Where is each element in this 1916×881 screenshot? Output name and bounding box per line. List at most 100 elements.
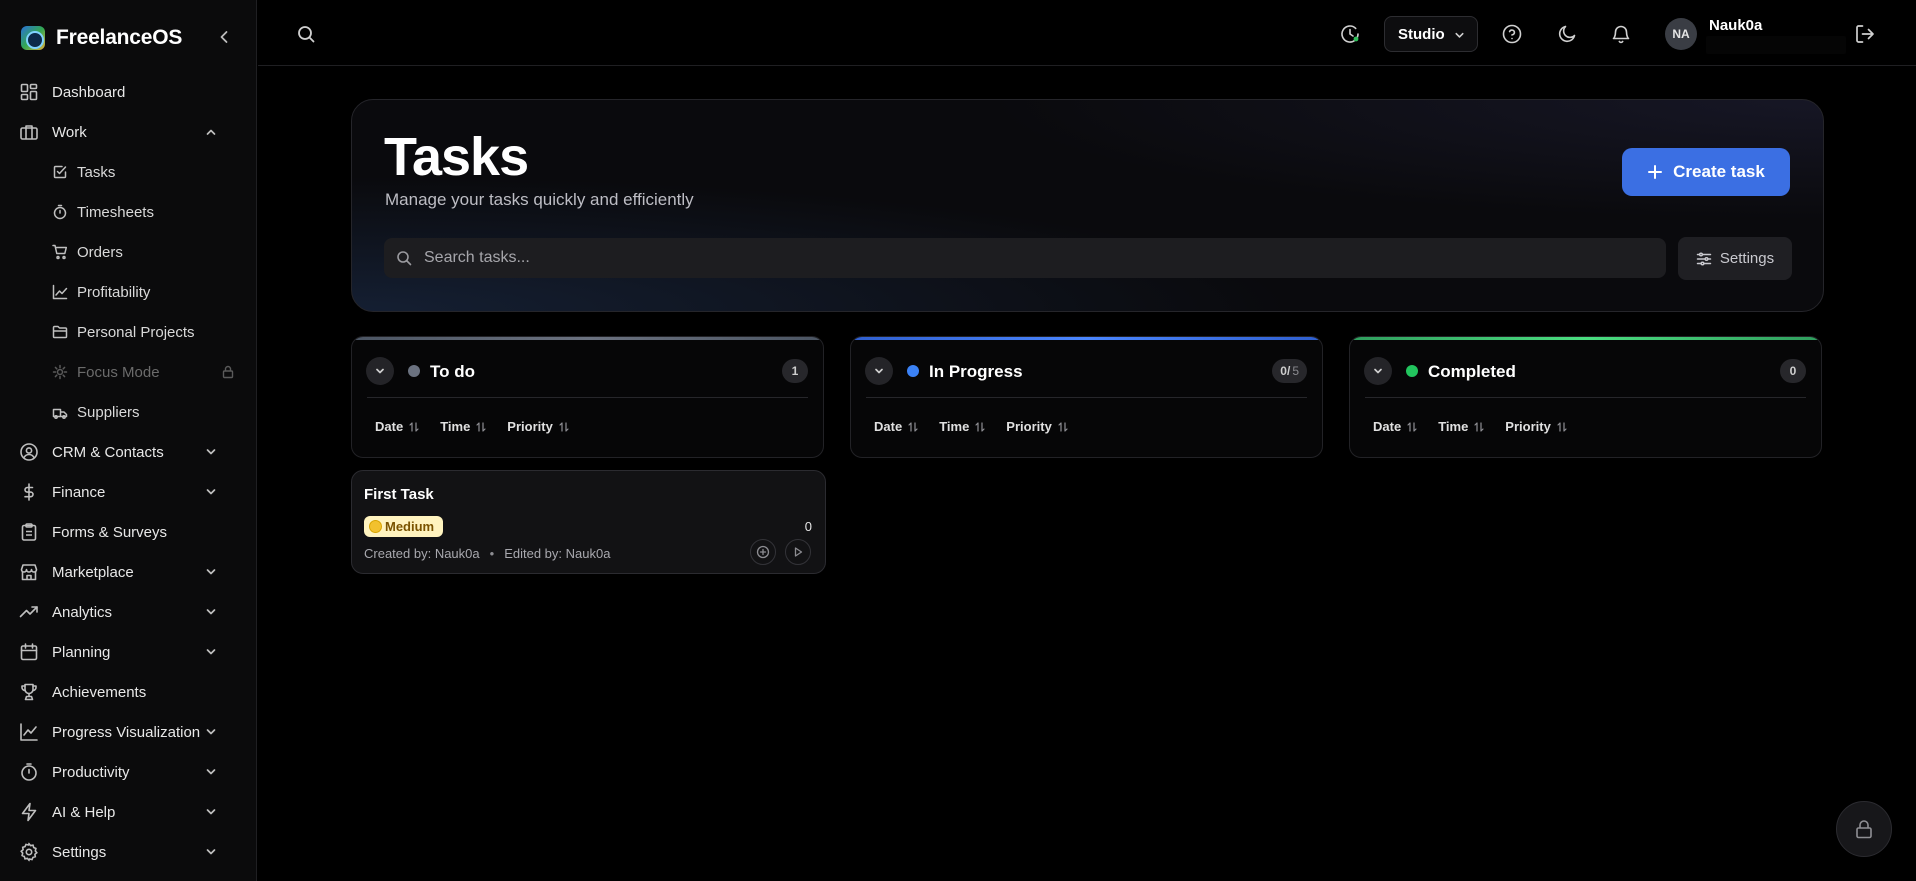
created-by: Created by: Nauk0a	[364, 546, 480, 561]
sliders-icon	[1696, 251, 1712, 266]
sidebar-item-work[interactable]: Work	[18, 116, 240, 148]
sidebar-item-label: Analytics	[52, 603, 113, 621]
divider	[1365, 397, 1806, 398]
add-subtask-button[interactable]	[750, 539, 776, 565]
contacts-icon	[18, 441, 40, 463]
page-subtitle: Manage your tasks quickly and efficientl…	[385, 190, 694, 209]
sidebar-subitem-focus-mode[interactable]: Focus Mode	[52, 357, 240, 387]
sidebar-item-label: Marketplace	[52, 563, 134, 581]
dashboard-icon	[18, 81, 40, 103]
settings-button[interactable]: Settings	[1678, 237, 1792, 280]
logout-icon[interactable]	[1854, 23, 1876, 45]
sort-time-button[interactable]: Time	[1438, 419, 1485, 434]
medium-priority-icon	[369, 520, 382, 533]
sort-time-button[interactable]: Time	[440, 419, 487, 434]
sidebar-subitem-label: Profitability	[77, 283, 151, 301]
plus-circle-icon	[756, 545, 770, 559]
sidebar-item-progress-visualization[interactable]: Progress Visualization	[18, 716, 240, 748]
bell-icon[interactable]	[1610, 23, 1632, 45]
status-dot	[408, 365, 420, 377]
sort-label: Time	[1438, 419, 1469, 434]
help-icon[interactable]	[1501, 23, 1523, 45]
count-value: 0/	[1280, 364, 1291, 378]
sidebar-subitem-personal-projects[interactable]: Personal Projects	[52, 317, 240, 347]
collapse-column-button[interactable]	[865, 357, 893, 385]
settings-label: Settings	[1719, 250, 1775, 267]
chevron-down-icon	[204, 445, 218, 459]
sidebar-item-settings[interactable]: Settings	[18, 836, 240, 868]
sidebar-item-label: Achievements	[52, 683, 147, 701]
column-title: To do	[430, 362, 475, 381]
sort-time-button[interactable]: Time	[939, 419, 986, 434]
sort-label: Priority	[507, 419, 553, 434]
sidebar-subitem-suppliers[interactable]: Suppliers	[52, 397, 240, 427]
task-card[interactable]: First Task Medium 0 Created by: Nauk0a •…	[351, 470, 826, 574]
sort-date-button[interactable]: Date	[1373, 419, 1418, 434]
sort-controls: Date Time Priority	[375, 419, 590, 434]
search-icon	[397, 251, 412, 266]
sort-arrows-icon	[1407, 421, 1417, 432]
column-count-badge: 1	[782, 359, 808, 383]
sidebar-item-analytics[interactable]: Analytics	[18, 596, 240, 628]
chevron-up-icon	[204, 125, 218, 139]
focus-icon	[52, 364, 68, 380]
search-icon[interactable]	[296, 24, 316, 44]
collapse-column-button[interactable]	[1364, 357, 1392, 385]
collapse-column-button[interactable]	[366, 357, 394, 385]
sidebar-subitem-orders[interactable]: Orders	[52, 237, 240, 267]
sort-date-button[interactable]: Date	[874, 419, 919, 434]
create-task-label: Create task	[1673, 162, 1765, 181]
workspace-select[interactable]: Studio	[1384, 16, 1478, 52]
folder-icon	[52, 324, 68, 340]
collapse-sidebar-icon[interactable]	[214, 27, 234, 47]
sidebar-item-achievements[interactable]: Achievements	[18, 676, 240, 708]
sidebar-subitem-tasks[interactable]: Tasks	[52, 157, 240, 187]
app-root: FreelanceOS Dashboard Work Tasks Timeshe…	[0, 0, 1916, 881]
column-count-badge: 0/5	[1272, 359, 1307, 383]
sidebar: FreelanceOS Dashboard Work Tasks Timeshe…	[0, 0, 257, 881]
sidebar-item-productivity[interactable]: Productivity	[18, 756, 240, 788]
sort-priority-button[interactable]: Priority	[1505, 419, 1568, 434]
sidebar-item-ai-help[interactable]: AI & Help	[18, 796, 240, 828]
divider	[367, 397, 808, 398]
user-name: Nauk0a	[1709, 17, 1763, 34]
sort-controls: Date Time Priority	[874, 419, 1089, 434]
trophy-icon	[18, 681, 40, 703]
lock-button[interactable]	[1836, 801, 1892, 857]
history-clock-icon[interactable]	[1339, 23, 1361, 45]
create-task-button[interactable]: Create task	[1622, 148, 1790, 196]
priority-label: Medium	[385, 519, 435, 534]
sort-priority-button[interactable]: Priority	[1006, 419, 1069, 434]
sidebar-subitem-profitability[interactable]: Profitability	[52, 277, 240, 307]
sort-arrows-icon	[409, 421, 419, 432]
bolt-icon	[18, 801, 40, 823]
check-square-icon	[52, 164, 68, 180]
sidebar-subitem-timesheets[interactable]: Timesheets	[52, 197, 240, 227]
sort-date-button[interactable]: Date	[375, 419, 420, 434]
sidebar-item-dashboard[interactable]: Dashboard	[18, 76, 240, 108]
sidebar-item-label: Settings	[52, 843, 107, 861]
task-title: First Task	[364, 486, 434, 503]
sidebar-item-forms-surveys[interactable]: Forms & Surveys	[18, 516, 240, 548]
sidebar-item-label: Dashboard	[52, 83, 126, 101]
moon-icon[interactable]	[1556, 23, 1578, 45]
sort-arrows-icon	[1058, 421, 1068, 432]
sidebar-subitem-label: Timesheets	[77, 203, 154, 221]
sidebar-item-marketplace[interactable]: Marketplace	[18, 556, 240, 588]
brand[interactable]: FreelanceOS	[21, 24, 182, 52]
lock-icon	[1856, 820, 1872, 839]
sidebar-item-finance[interactable]: Finance	[18, 476, 240, 508]
sidebar-item-label: Planning	[52, 643, 111, 661]
sidebar-item-label: Productivity	[52, 763, 130, 781]
task-meta: Created by: Nauk0a • Edited by: Nauk0a	[364, 546, 610, 561]
sidebar-item-planning[interactable]: Planning	[18, 636, 240, 668]
sidebar-item-crm-contacts[interactable]: CRM & Contacts	[18, 436, 240, 468]
start-timer-button[interactable]	[785, 539, 811, 565]
search-input[interactable]	[424, 249, 1624, 267]
sort-priority-button[interactable]: Priority	[507, 419, 570, 434]
sort-label: Date	[874, 419, 903, 434]
task-search[interactable]	[384, 238, 1666, 278]
sidebar-subitem-label: Personal Projects	[77, 323, 195, 341]
tasks-header-card: Tasks Manage your tasks quickly and effi…	[351, 99, 1824, 312]
avatar[interactable]: NA	[1665, 18, 1697, 50]
